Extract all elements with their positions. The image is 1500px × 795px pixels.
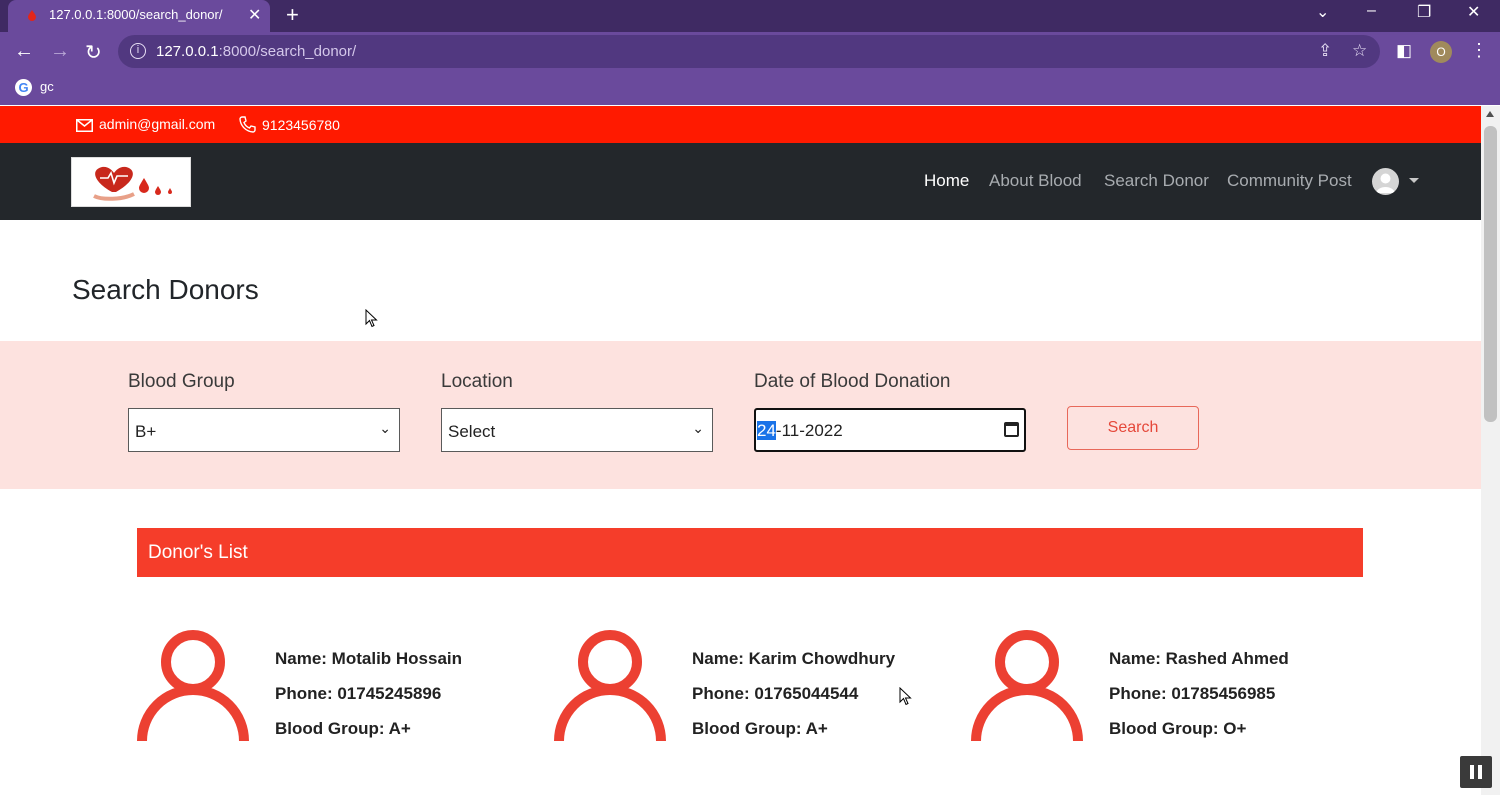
bookmarks-bar: Ggc [0,72,1500,105]
window-close-icon[interactable]: ✕ [1467,2,1480,22]
donation-date-label: Date of Blood Donation [754,371,951,392]
url-host: 127.0.0.1 [156,43,219,60]
contact-phone[interactable]: 9123456780 [239,116,340,133]
donor-blood-group: Blood Group: A+ [692,719,828,738]
heart-blood-logo-icon [93,166,172,201]
location-label: Location [441,371,513,392]
chevron-down-icon: ⌄ [379,420,391,436]
search-form: Blood Group B+ ⌄ Location Select ⌄ Date … [0,341,1481,489]
donor-name: Name: Motalib Hossain [275,649,463,668]
envelope-icon [76,119,93,132]
url-path: :8000/search_donor/ [218,43,357,60]
donor-phone: Phone: 01765044544 [692,684,859,703]
date-value: 24-11-2022 [757,421,843,441]
phone-text: 9123456780 [262,117,340,133]
back-arrow-icon[interactable]: ← [14,40,34,63]
person-icon [137,630,249,741]
reload-icon[interactable]: ↻ [85,40,102,65]
donor-phone: Phone: 01745245896 [275,684,442,703]
nav-home[interactable]: Home [924,171,969,191]
address-url: 127.0.0.1:8000/search_donor/ [156,43,356,60]
browser-menu-icon[interactable]: ⋮ [1470,40,1488,61]
page-viewport: admin@gmail.com 9123456780 Home About Bl… [0,106,1481,795]
pause-button[interactable] [1460,756,1492,788]
donor-info: Name: Rashed Ahmed Phone: 01785456985 Bl… [1109,641,1289,746]
nav-community-post[interactable]: Community Post [1227,171,1352,191]
site-navbar: Home About Blood Search Donor Community … [0,143,1481,220]
donor-info: Name: Motalib Hossain Phone: 01745245896… [275,641,462,746]
donor-list-title: Donor's List [148,542,248,563]
bookmark-label: gc [40,79,54,94]
mouse-pointer-icon [365,309,378,328]
donor-phone: Phone: 01785456985 [1109,684,1276,703]
user-icon [1376,173,1395,193]
date-day-selected: 24 [757,421,776,440]
browser-tab[interactable]: 127.0.0.1:8000/search_donor/ ✕ [8,0,270,32]
date-month-year: -11-2022 [775,421,843,440]
donor-card[interactable]: Name: Rashed Ahmed Phone: 01785456985 Bl… [971,626,1371,746]
scrollbar-thumb[interactable] [1484,126,1497,422]
chevron-down-icon: ⌄ [692,420,704,436]
calendar-icon[interactable] [1004,422,1019,437]
scroll-up-arrow-icon[interactable] [1486,111,1494,117]
tab-title: 127.0.0.1:8000/search_donor/ [49,7,223,22]
share-icon[interactable]: ⇪ [1318,41,1332,61]
donor-blood-group: Blood Group: A+ [275,719,411,738]
donor-card[interactable]: Name: Karim Chowdhury Phone: 01765044544… [554,626,954,746]
search-button[interactable]: Search [1067,406,1199,450]
blood-group-label: Blood Group [128,371,235,392]
site-info-icon[interactable]: i [130,43,146,59]
browser-tab-strip: 127.0.0.1:8000/search_donor/ ✕ + ⌄ – ❐ ✕ [0,0,1500,32]
donation-date-input[interactable]: 24-11-2022 [754,408,1026,452]
donor-list-header: Donor's List [137,528,1363,577]
donor-info: Name: Karim Chowdhury Phone: 01765044544… [692,641,895,746]
page-title: Search Donors [72,274,259,305]
blood-group-value: B+ [135,422,157,441]
person-icon [971,630,1083,741]
site-logo[interactable] [71,157,191,207]
phone-icon [239,116,256,133]
mouse-pointer-icon [899,687,912,706]
person-icon [554,630,666,741]
donor-name: Name: Karim Chowdhury [692,649,896,668]
donor-blood-group: Blood Group: O+ [1109,719,1247,738]
forward-arrow-icon[interactable]: → [50,40,70,63]
nav-search-donor[interactable]: Search Donor [1104,171,1209,191]
donor-card[interactable]: Name: Motalib Hossain Phone: 01745245896… [137,626,537,746]
google-icon: G [15,79,32,97]
address-bar[interactable]: i 127.0.0.1:8000/search_donor/ ⇪ ☆ [118,35,1380,68]
profile-avatar[interactable]: O [1430,41,1452,63]
bookmark-star-icon[interactable]: ☆ [1352,41,1367,61]
pause-bar-right [1478,765,1482,779]
new-tab-icon[interactable]: + [286,2,299,28]
user-avatar[interactable] [1372,168,1399,195]
blood-drop-favicon-icon [28,10,36,21]
donor-name: Name: Rashed Ahmed [1109,649,1289,668]
restore-icon[interactable]: ❐ [1417,2,1431,22]
contact-email[interactable]: admin@gmail.com [76,116,215,132]
bookmark-gc[interactable]: Ggc [15,79,54,97]
tab-search-chevron-icon[interactable]: ⌄ [1316,2,1329,22]
user-dropdown-caret-icon[interactable] [1409,178,1419,183]
location-select[interactable]: Select ⌄ [441,408,713,452]
location-value: Select [448,422,496,441]
nav-about-blood[interactable]: About Blood [989,171,1082,191]
minimize-icon[interactable]: – [1367,2,1376,20]
tab-close-icon[interactable]: ✕ [248,5,261,25]
email-text: admin@gmail.com [99,116,216,132]
blood-group-select[interactable]: B+ ⌄ [128,408,400,452]
side-panel-icon[interactable]: ◧ [1396,41,1412,61]
contact-topbar: admin@gmail.com 9123456780 [0,106,1481,143]
page-scrollbar[interactable] [1481,106,1500,795]
pause-bar-left [1470,765,1474,779]
browser-toolbar: ← → ↻ i 127.0.0.1:8000/search_donor/ ⇪ ☆… [0,32,1500,72]
